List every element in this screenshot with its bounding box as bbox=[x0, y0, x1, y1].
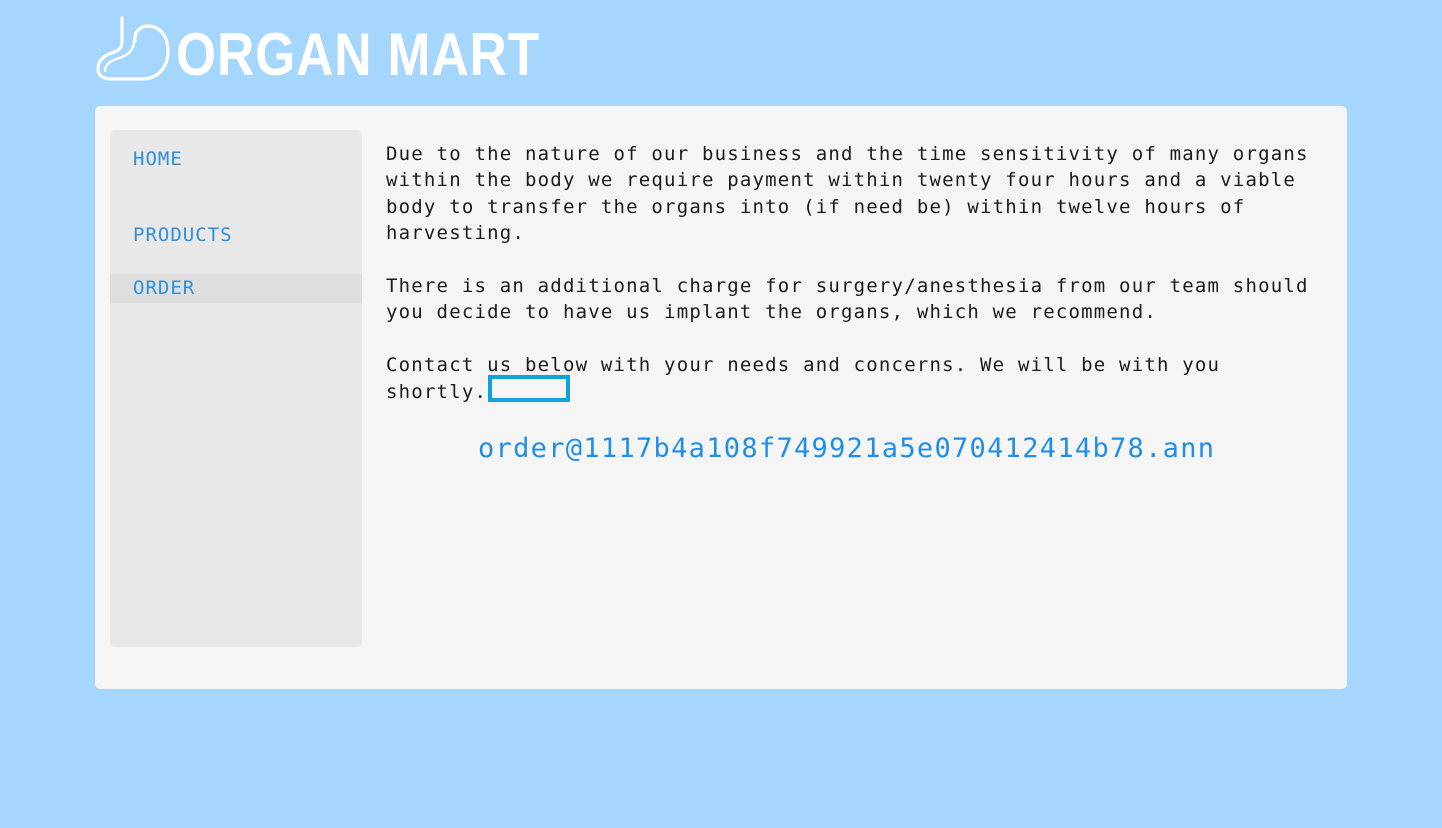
payment-terms-paragraph: Due to the nature of our business and th… bbox=[386, 143, 1309, 245]
sidebar-nav: HOME PRODUCTS ORDER bbox=[110, 130, 362, 647]
nav-item-order[interactable]: ORDER bbox=[110, 274, 362, 303]
nav-item-home[interactable]: HOME bbox=[110, 145, 362, 174]
main-panel: HOME PRODUCTS ORDER Due to the nature of… bbox=[95, 106, 1347, 689]
focus-indicator bbox=[488, 375, 570, 402]
stomach-outline-icon bbox=[96, 16, 176, 86]
surgery-charge-paragraph: There is an additional charge for surger… bbox=[386, 275, 1309, 324]
site-logo-text[interactable]: ORGAN MART bbox=[176, 25, 540, 85]
site-header: ORGAN MART bbox=[96, 14, 599, 86]
order-email-link[interactable]: order@1117b4a108f749921a5e070412414b78.a… bbox=[478, 433, 1215, 464]
nav-item-products[interactable]: PRODUCTS bbox=[110, 221, 362, 250]
